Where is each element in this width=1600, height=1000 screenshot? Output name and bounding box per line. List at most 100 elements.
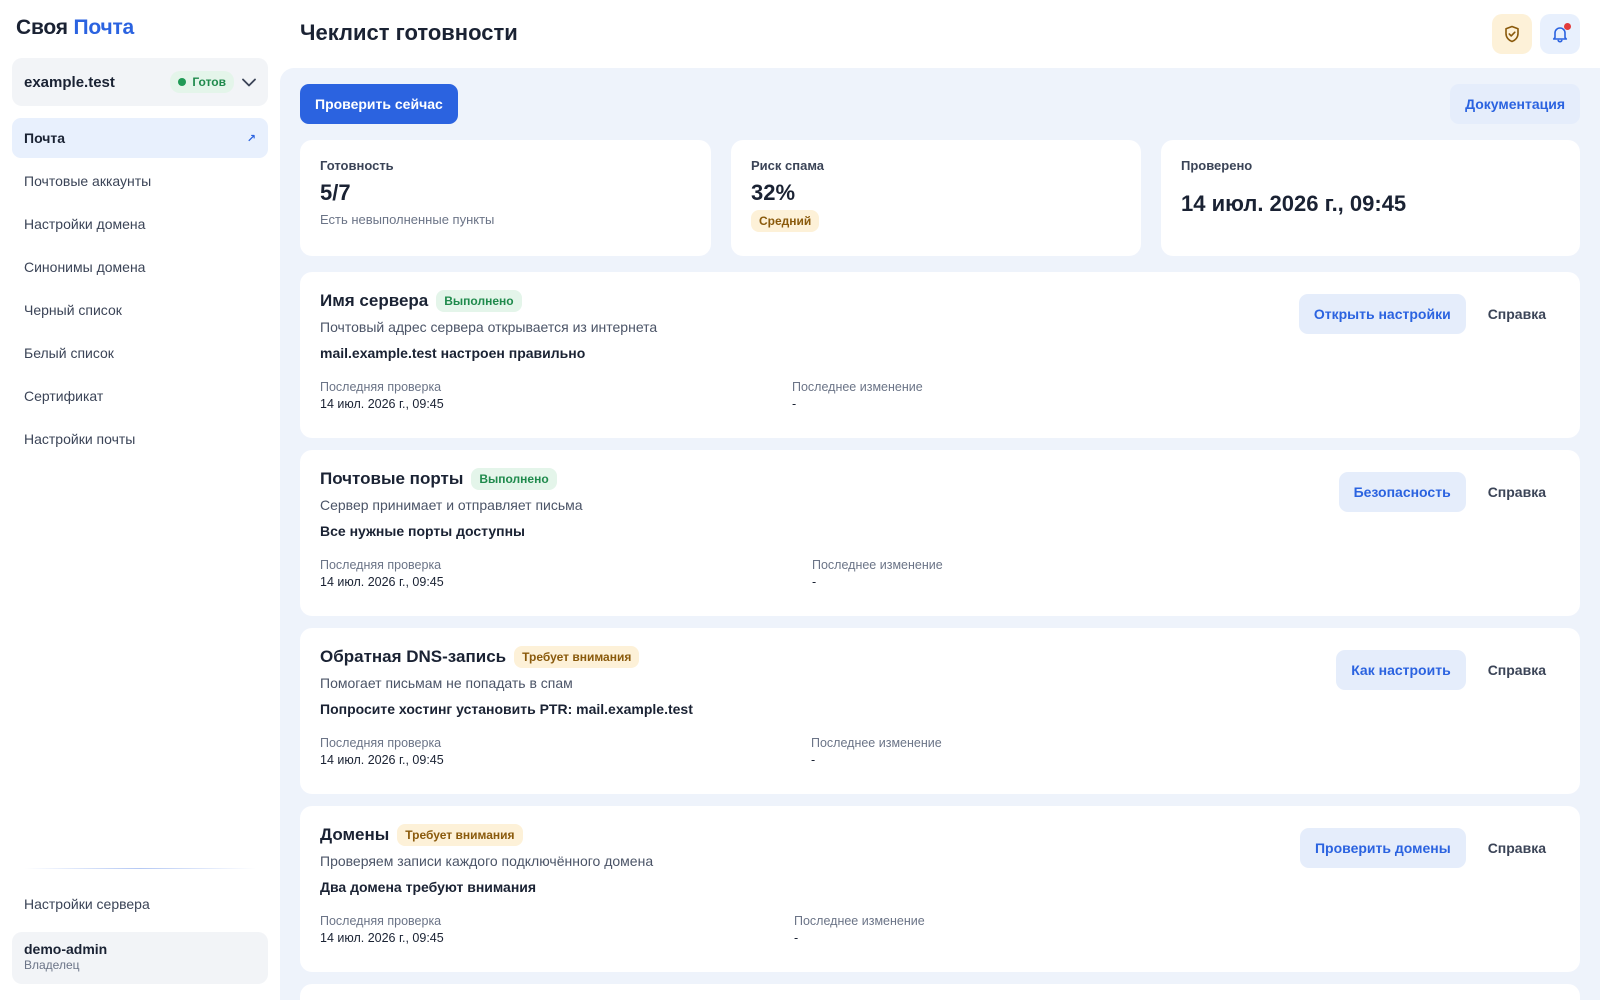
bell-icon[interactable] <box>1540 14 1580 54</box>
meta-label: Последнее изменение <box>792 380 923 394</box>
stat-card-checked: Проверено 14 июл. 2026 г., 09:45 <box>1161 140 1580 256</box>
sidebar-item-label: Белый список <box>24 345 114 361</box>
sidebar-item-domain-settings[interactable]: Настройки домена <box>12 204 268 244</box>
stat-value: 32% <box>751 180 796 205</box>
sidebar-item-whitelist[interactable]: Белый список <box>12 333 268 373</box>
check-result: Попросите хостинг установить PTR: mail.e… <box>320 701 693 717</box>
stat-label: Риск спама <box>751 158 824 173</box>
status-badge: Требует внимания <box>514 646 640 668</box>
meta-value: - <box>794 931 799 945</box>
meta-label: Последнее изменение <box>811 736 942 750</box>
shield-check-icon[interactable] <box>1492 14 1532 54</box>
security-button[interactable]: Безопасность <box>1338 472 1466 512</box>
last-change: Последнее изменение - <box>811 736 942 767</box>
check-card-next <box>300 984 1580 1000</box>
arrow-up-right-icon: ↗ <box>246 132 256 145</box>
meta-value: - <box>811 753 816 767</box>
stat-card-spam-risk: Риск спама 32% Средний <box>731 140 1141 256</box>
documentation-button[interactable]: Документация <box>1450 84 1580 124</box>
sidebar-item-label: Настройки домена <box>24 216 146 232</box>
stat-label: Проверено <box>1181 158 1253 173</box>
help-button[interactable]: Справка <box>1474 650 1560 690</box>
sidebar-item-label: Синонимы домена <box>24 259 146 275</box>
meta-label: Последнее изменение <box>794 914 925 928</box>
help-button[interactable]: Справка <box>1474 472 1560 512</box>
last-check: Последняя проверка 14 июл. 2026 г., 09:4… <box>320 380 444 411</box>
meta-label: Последнее изменение <box>812 558 943 572</box>
sidebar-item-mail-settings[interactable]: Настройки почты <box>12 419 268 459</box>
check-title: Почтовые порты <box>320 469 464 488</box>
check-result: Два домена требуют внимания <box>320 879 537 895</box>
sidebar-item-label: Почтовые аккаунты <box>24 173 152 189</box>
check-title: Домены <box>320 825 390 844</box>
page-title: Чеклист готовности <box>300 20 518 45</box>
domain-selector[interactable]: example.test Готов <box>12 58 268 106</box>
how-to-configure-button[interactable]: Как настроить <box>1336 650 1466 690</box>
check-card-server-name: Имя сервера Выполнено Почтовый адрес сер… <box>300 272 1580 438</box>
brand-part-2: Почта <box>73 16 135 39</box>
check-title: Обратная DNS-запись <box>320 647 507 666</box>
last-check: Последняя проверка 14 июл. 2026 г., 09:4… <box>320 914 444 945</box>
help-button[interactable]: Справка <box>1474 828 1560 868</box>
domain-name: example.test <box>24 73 115 91</box>
check-result: Все нужные порты доступны <box>320 523 525 539</box>
sidebar-item-label: Почта <box>24 130 66 146</box>
meta-value: 14 июл. 2026 г., 09:45 <box>320 397 444 411</box>
stat-value: 5/7 <box>320 180 351 205</box>
help-button[interactable]: Справка <box>1474 294 1560 334</box>
status-badge: Требует внимания <box>397 824 523 846</box>
sidebar-item-certificate[interactable]: Сертификат <box>12 376 268 416</box>
status-dot-icon <box>178 78 187 86</box>
sidebar-nav: Почта ↗ Почтовые аккаунты Настройки доме… <box>12 118 268 462</box>
last-check: Последняя проверка 14 июл. 2026 г., 09:4… <box>320 558 444 589</box>
notification-dot <box>1564 23 1571 30</box>
domain-status-badge: Готов <box>170 71 234 93</box>
sidebar-item-label: Настройки почты <box>24 431 136 447</box>
sidebar-item-domain-aliases[interactable]: Синонимы домена <box>12 247 268 287</box>
user-name: demo-admin <box>24 941 108 957</box>
brand-part-1: Своя <box>16 16 68 39</box>
user-role: Владелец <box>24 958 80 972</box>
status-badge: Выполнено <box>471 468 557 490</box>
check-domains-button[interactable]: Проверить домены <box>1299 828 1466 868</box>
last-change: Последнее изменение - <box>812 558 943 589</box>
check-now-button[interactable]: Проверить сейчас <box>300 84 458 124</box>
stat-card-readiness: Готовность 5/7 Есть невыполненные пункты <box>300 140 711 256</box>
sidebar: Своя Почта example.test Готов Почта ↗ По… <box>0 0 280 1000</box>
check-result: mail.example.test настроен правильно <box>320 345 586 361</box>
meta-value: 14 июл. 2026 г., 09:45 <box>320 931 444 945</box>
check-card-reverse-dns: Обратная DNS-запись Требует внимания Пом… <box>300 628 1580 794</box>
check-card-domains: Домены Требует внимания Проверяем записи… <box>300 806 1580 972</box>
last-check: Последняя проверка 14 июл. 2026 г., 09:4… <box>320 736 444 767</box>
stat-value: 14 июл. 2026 г., 09:45 <box>1181 191 1407 216</box>
meta-label: Последняя проверка <box>320 914 442 928</box>
meta-label: Последняя проверка <box>320 558 442 572</box>
sidebar-item-accounts[interactable]: Почтовые аккаунты <box>12 161 268 201</box>
check-card-mail-ports: Почтовые порты Выполнено Сервер принимае… <box>300 450 1580 616</box>
meta-label: Последняя проверка <box>320 380 442 394</box>
domain-status-label: Готов <box>192 75 226 89</box>
chevron-down-icon[interactable] <box>242 75 256 89</box>
main-content: Проверить сейчас Документация Готовность… <box>280 68 1600 1000</box>
stat-subtext: Есть невыполненные пункты <box>320 212 495 227</box>
sidebar-item-label: Сертификат <box>24 388 104 404</box>
status-badge: Выполнено <box>436 290 522 312</box>
user-profile[interactable]: demo-admin Владелец <box>12 932 268 984</box>
sidebar-item-label: Настройки сервера <box>24 896 150 912</box>
risk-level-badge: Средний <box>751 210 820 232</box>
sidebar-item-mail[interactable]: Почта ↗ <box>12 118 268 158</box>
meta-value: 14 июл. 2026 г., 09:45 <box>320 575 444 589</box>
sidebar-item-blacklist[interactable]: Черный список <box>12 290 268 330</box>
top-bar: Чеклист готовности <box>280 0 1600 68</box>
check-title: Имя сервера <box>320 291 429 310</box>
open-settings-button[interactable]: Открыть настройки <box>1298 294 1466 334</box>
last-change: Последнее изменение - <box>792 380 923 411</box>
meta-label: Последняя проверка <box>320 736 442 750</box>
sidebar-divider <box>24 868 256 869</box>
sidebar-item-server-settings[interactable]: Настройки сервера <box>12 884 268 924</box>
last-change: Последнее изменение - <box>794 914 925 945</box>
sidebar-item-label: Черный список <box>24 302 122 318</box>
meta-value: - <box>812 575 817 589</box>
stat-label: Готовность <box>320 158 394 173</box>
brand-logo[interactable]: Своя Почта <box>16 16 134 40</box>
